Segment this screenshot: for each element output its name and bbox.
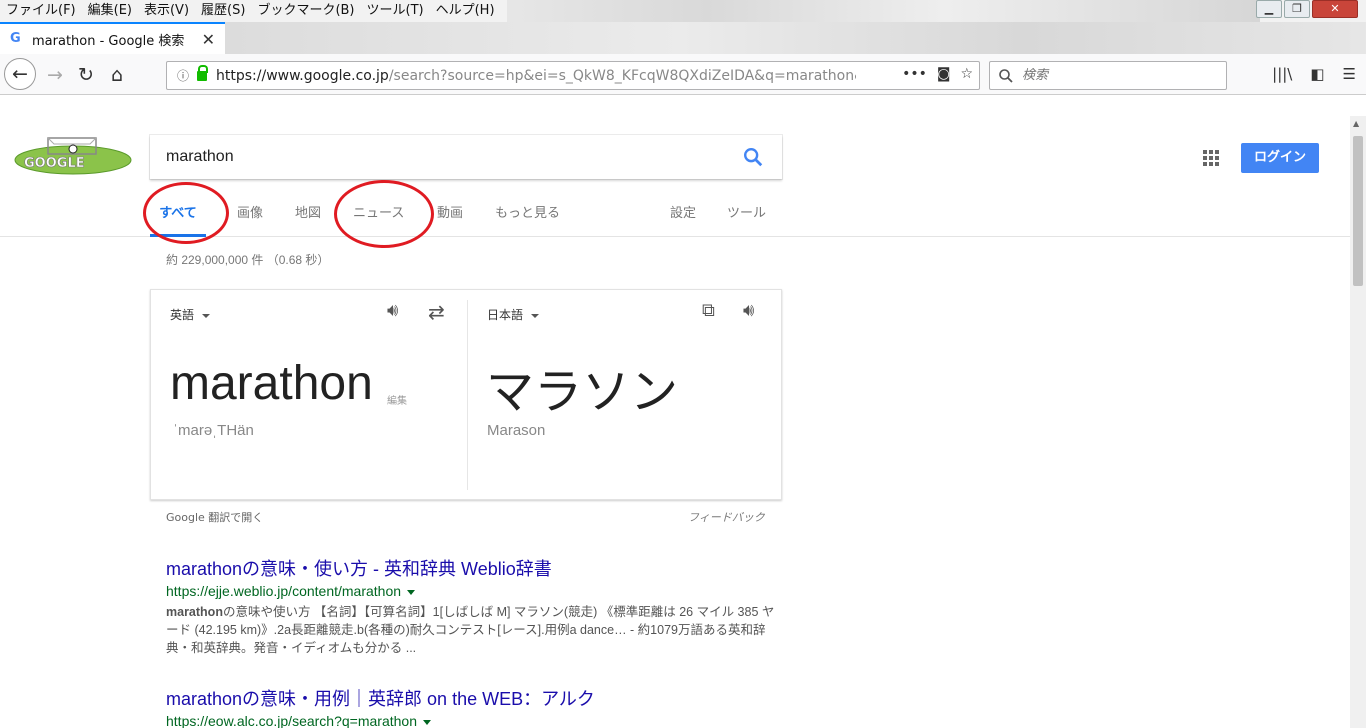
tab-settings[interactable]: 設定 xyxy=(670,196,696,237)
search-result: marathonの意味・使い方 - 英和辞典 Weblio辞書 https://… xyxy=(166,558,776,657)
url-host: https://www.google.co.jp xyxy=(216,67,389,84)
lock-icon xyxy=(197,64,209,81)
search-icon[interactable] xyxy=(742,146,764,168)
menu-tools[interactable]: ツール(T) xyxy=(361,0,430,22)
page-scrollbar[interactable]: ▲ xyxy=(1350,116,1366,728)
speaker-icon[interactable]: 🔊︎ xyxy=(387,300,411,322)
source-language-select[interactable]: 英語 xyxy=(170,306,210,323)
sidebar-icon[interactable]: ◧ xyxy=(1310,65,1324,83)
tab-news[interactable]: ニュース xyxy=(353,196,404,237)
tab-maps[interactable]: 地図 xyxy=(295,196,321,237)
google-doodle-logo[interactable]: GOOGLE xyxy=(14,136,132,176)
svg-text:GOOGLE: GOOGLE xyxy=(24,156,85,171)
phonetic-text: ˈmarəˌTHän xyxy=(173,422,254,439)
url-path: /search?source=hp&ei=s_QkW8_KFcqW8QXdiZe… xyxy=(388,67,857,84)
tab-all[interactable]: すべて xyxy=(150,196,206,237)
tab-title: marathon - Google 検索 xyxy=(32,33,185,49)
menu-file[interactable]: ファイル(F) xyxy=(0,0,82,22)
reload-icon[interactable]: ↻ xyxy=(71,60,101,90)
tab-images[interactable]: 画像 xyxy=(237,196,263,237)
result-snippet: marathonの意味や使い方 【名詞】【可算名詞】1[しばしば M] マラソン… xyxy=(166,603,776,657)
result-url[interactable]: https://ejje.weblio.jp/content/marathon xyxy=(166,581,776,601)
result-stats: 約 229,000,000 件 （0.68 秒） xyxy=(166,253,330,267)
search-query[interactable]: marathon xyxy=(166,148,742,166)
browser-search-input[interactable] xyxy=(1020,67,1210,84)
window-controls: ▁ ❐ ✕ xyxy=(1256,0,1358,18)
target-romanization: Marason xyxy=(487,422,546,439)
search-header: GOOGLE marathon ログイン すべて 画像 地図 ニュース 動画 も… xyxy=(0,96,1350,237)
snippet-keyword: marathon xyxy=(166,605,223,619)
login-button[interactable]: ログイン xyxy=(1241,143,1319,173)
back-icon[interactable]: ← xyxy=(4,58,36,90)
menu-bookmarks[interactable]: ブックマーク(B) xyxy=(251,0,360,22)
result-url[interactable]: https://eow.alc.co.jp/search?q=marathon xyxy=(166,711,776,728)
url-text[interactable]: https://www.google.co.jp/search?source=h… xyxy=(216,68,856,84)
search-icon xyxy=(999,68,1013,83)
search-result: marathonの意味・用例｜英辞郎 on the WEB：アルク https:… xyxy=(166,688,776,728)
info-icon[interactable]: ⓘ xyxy=(177,67,189,84)
translate-card: 英語 🔊︎ ⇄ 日本語 ⧉ 🔊︎ marathon 編集 ˈmarəˌTHän … xyxy=(150,289,782,500)
minimize-icon[interactable]: ▁ xyxy=(1256,0,1282,18)
swap-languages-icon[interactable]: ⇄ xyxy=(428,300,452,324)
speaker-icon[interactable]: 🔊︎ xyxy=(743,300,767,322)
card-divider xyxy=(467,300,468,490)
tab-bar: G marathon - Google 検索 ✕ xyxy=(0,22,1366,54)
restore-icon[interactable]: ❐ xyxy=(1284,0,1310,18)
tab-tools[interactable]: ツール xyxy=(727,196,766,237)
url-actions: ••• ◙ ☆ xyxy=(902,66,973,82)
target-word: マラソン xyxy=(486,364,679,420)
library-icon[interactable]: |||\ xyxy=(1272,65,1292,83)
copy-icon[interactable]: ⧉ xyxy=(702,300,726,322)
forward-icon[interactable]: → xyxy=(40,60,70,90)
tab-more[interactable]: もっと見る xyxy=(495,196,560,237)
target-language-select[interactable]: 日本語 xyxy=(487,306,539,323)
pocket-icon[interactable]: ◙ xyxy=(937,66,951,82)
background-blur xyxy=(470,0,1260,22)
google-results-page: GOOGLE marathon ログイン すべて 画像 地図 ニュース 動画 も… xyxy=(0,96,1350,728)
result-title-link[interactable]: marathonの意味・使い方 - 英和辞典 Weblio辞書 xyxy=(166,558,776,580)
scroll-up-icon[interactable]: ▲ xyxy=(1353,119,1359,128)
background-blur xyxy=(225,22,1365,54)
menu-help[interactable]: ヘルプ(H) xyxy=(430,0,501,22)
open-in-google-translate-link[interactable]: Google 翻訳で開く xyxy=(166,509,263,525)
feedback-link[interactable]: フィードバック xyxy=(688,509,765,525)
menu-bar: ファイル(F) 編集(E) 表示(V) 履歴(S) ブックマーク(B) ツール(… xyxy=(0,0,1366,22)
close-tab-icon[interactable]: ✕ xyxy=(202,30,215,49)
menu-view[interactable]: 表示(V) xyxy=(138,0,195,22)
google-favicon-icon: G xyxy=(10,31,21,46)
url-bar[interactable]: ⓘ https://www.google.co.jp/search?source… xyxy=(166,61,980,90)
menu-items: ファイル(F) 編集(E) 表示(V) 履歴(S) ブックマーク(B) ツール(… xyxy=(0,0,507,22)
google-search-box[interactable]: marathon xyxy=(150,135,782,179)
navigation-toolbar: ← → ↻ ⌂ ⓘ https://www.google.co.jp/searc… xyxy=(0,54,1366,95)
snippet-text: の意味や使い方 【名詞】【可算名詞】1[しばしば M] マラソン(競走) 《標準… xyxy=(166,605,775,655)
toolbar-icons: |||\ ◧ ☰ xyxy=(1272,65,1356,83)
page-actions-icon[interactable]: ••• xyxy=(902,66,927,82)
tab-google-search[interactable]: G marathon - Google 検索 ✕ xyxy=(0,22,225,54)
edit-link[interactable]: 編集 xyxy=(387,392,407,407)
bookmark-star-icon[interactable]: ☆ xyxy=(960,66,973,82)
source-word[interactable]: marathon xyxy=(170,356,373,411)
home-icon[interactable]: ⌂ xyxy=(102,60,132,90)
close-window-icon[interactable]: ✕ xyxy=(1312,0,1358,18)
menu-history[interactable]: 履歴(S) xyxy=(195,0,251,22)
google-apps-icon[interactable] xyxy=(1203,150,1219,166)
result-title-link[interactable]: marathonの意味・用例｜英辞郎 on the WEB：アルク xyxy=(166,688,776,710)
hamburger-menu-icon[interactable]: ☰ xyxy=(1343,65,1356,83)
menu-edit[interactable]: 編集(E) xyxy=(82,0,138,22)
tab-videos[interactable]: 動画 xyxy=(437,196,463,237)
browser-search-bar[interactable] xyxy=(989,61,1227,90)
scrollbar-thumb[interactable] xyxy=(1353,136,1363,286)
